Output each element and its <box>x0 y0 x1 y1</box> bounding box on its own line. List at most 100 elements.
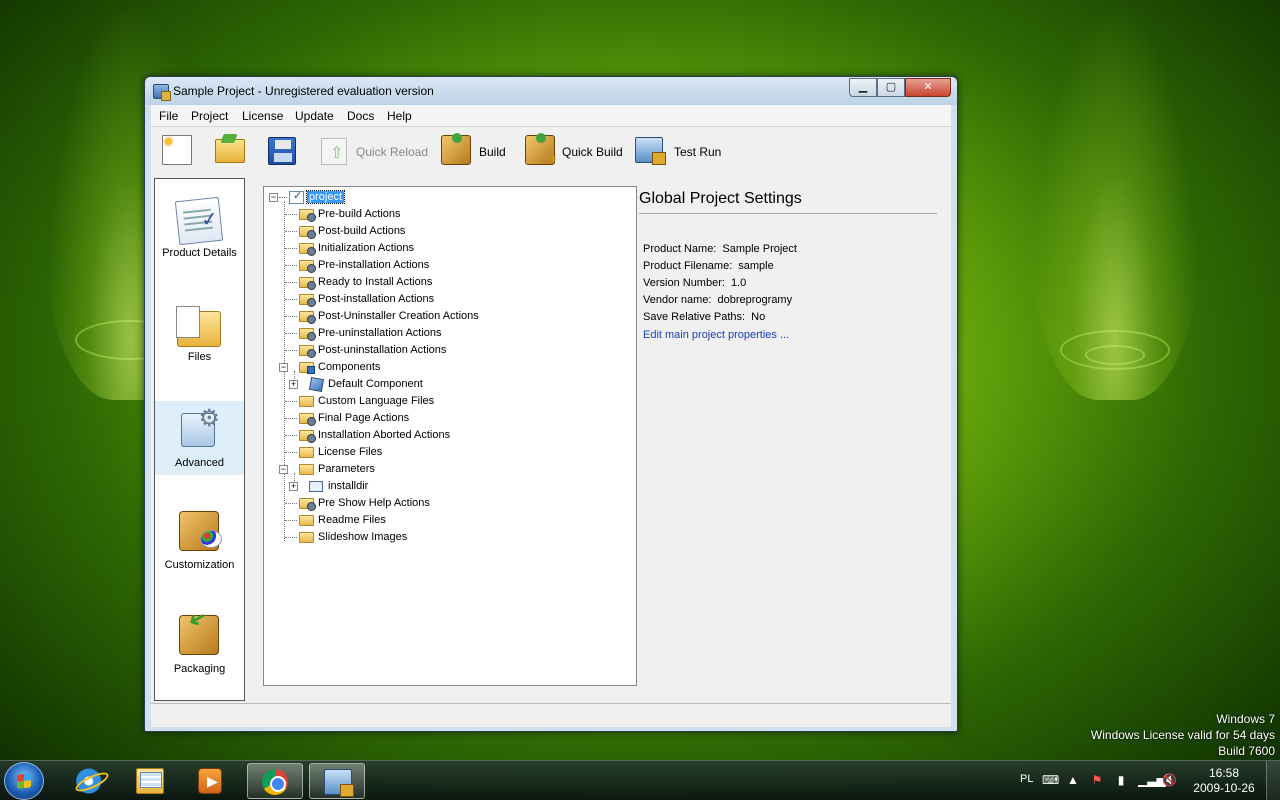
close-button[interactable]: ✕ <box>905 78 951 97</box>
menu-license[interactable]: License <box>242 109 283 123</box>
nav-packaging[interactable]: Packaging <box>155 615 244 687</box>
tree-label[interactable]: Pre Show Help Actions <box>318 497 430 509</box>
tree-label[interactable]: License Files <box>318 446 382 458</box>
quick-build-button[interactable]: Quick Build <box>562 145 623 159</box>
expand-toggle[interactable]: + <box>289 482 298 491</box>
start-button[interactable] <box>4 762 44 800</box>
edit-project-properties-link[interactable]: Edit main project properties ... <box>643 329 789 341</box>
action-folder-icon <box>299 209 316 222</box>
tree-item[interactable]: Pre-build Actions <box>264 206 636 223</box>
collapse-toggle[interactable]: − <box>279 465 288 474</box>
tree-label[interactable]: installdir <box>328 480 368 492</box>
taskbar-media-player[interactable] <box>182 763 238 799</box>
tree-label[interactable]: Post-uninstallation Actions <box>318 344 446 356</box>
show-desktop-button[interactable] <box>1266 761 1280 800</box>
tree-item-components[interactable]: − Components <box>264 359 636 376</box>
tree-item[interactable]: Pre Show Help Actions <box>264 495 636 512</box>
collapse-toggle[interactable]: − <box>279 363 288 372</box>
network-signal-icon[interactable]: ▁▃▅ <box>1138 773 1166 787</box>
tree-item[interactable]: Initialization Actions <box>264 240 636 257</box>
prop-value: 1.0 <box>730 277 747 289</box>
action-folder-icon <box>299 328 316 341</box>
language-indicator[interactable]: PL <box>1020 773 1033 785</box>
save-disk-icon[interactable] <box>268 137 296 165</box>
test-run-icon[interactable] <box>635 137 666 165</box>
keyboard-icon[interactable]: ⌨ <box>1042 773 1059 787</box>
nav-customization[interactable]: Customization <box>155 511 244 583</box>
tree-item[interactable]: Post-installation Actions <box>264 291 636 308</box>
tree-connector <box>285 537 297 538</box>
taskbar-windows-explorer[interactable] <box>122 763 178 799</box>
tree-label[interactable]: Pre-uninstallation Actions <box>318 327 442 339</box>
tree-item-project[interactable]: − project <box>264 189 636 206</box>
nav-product-details[interactable]: Product Details <box>155 196 244 271</box>
tree-item[interactable]: Custom Language Files <box>264 393 636 410</box>
menu-project[interactable]: Project <box>191 109 228 123</box>
tree-item[interactable]: Readme Files <box>264 512 636 529</box>
tree-label[interactable]: Post-Uninstaller Creation Actions <box>318 310 479 322</box>
tree-label[interactable]: Post-build Actions <box>318 225 405 237</box>
quick-reload-icon[interactable] <box>321 138 347 165</box>
taskbar-internet-explorer[interactable] <box>62 763 118 799</box>
nav-files[interactable]: Files <box>155 303 244 375</box>
new-document-icon[interactable] <box>162 135 192 165</box>
tree-label[interactable]: Pre-build Actions <box>318 208 401 220</box>
tree-label[interactable]: Ready to Install Actions <box>318 276 432 288</box>
tree-label[interactable]: Slideshow Images <box>318 531 407 543</box>
tree-item[interactable]: Pre-installation Actions <box>264 257 636 274</box>
tree-item-installdir[interactable]: + installdir <box>264 478 636 495</box>
watermark-line: Windows 7 <box>1216 712 1275 726</box>
clock[interactable]: 16:58 2009-10-26 <box>1190 766 1258 796</box>
tree-item[interactable]: Installation Aborted Actions <box>264 427 636 444</box>
taskbar-chrome[interactable] <box>247 763 303 799</box>
tree-label[interactable]: Post-installation Actions <box>318 293 434 305</box>
tree-item[interactable]: Pre-uninstallation Actions <box>264 325 636 342</box>
tree-item[interactable]: Slideshow Images <box>264 529 636 546</box>
tree-item[interactable]: Final Page Actions <box>264 410 636 427</box>
nav-advanced[interactable]: Advanced <box>155 401 244 475</box>
tree-label[interactable]: Parameters <box>318 463 375 475</box>
tree-label[interactable]: Initialization Actions <box>318 242 414 254</box>
action-folder-icon <box>299 260 316 273</box>
tree-label[interactable]: Default Component <box>328 378 423 390</box>
build-button[interactable]: Build <box>479 145 506 159</box>
action-center-icon[interactable]: ⚑ <box>1090 773 1104 787</box>
test-run-button[interactable]: Test Run <box>674 145 721 159</box>
project-tree[interactable]: − project Pre-build Actions Post-build A… <box>263 186 637 686</box>
collapse-toggle[interactable]: − <box>269 193 278 202</box>
tree-label[interactable]: Pre-installation Actions <box>318 259 429 271</box>
tree-label[interactable]: Final Page Actions <box>318 412 409 424</box>
menu-docs[interactable]: Docs <box>347 109 374 123</box>
tree-item[interactable]: License Files <box>264 444 636 461</box>
tree-item[interactable]: Ready to Install Actions <box>264 274 636 291</box>
menu-update[interactable]: Update <box>295 109 334 123</box>
volume-muted-icon[interactable]: 🔇 <box>1162 773 1177 787</box>
tree-item[interactable]: Post-build Actions <box>264 223 636 240</box>
menu-help[interactable]: Help <box>387 109 412 123</box>
app-icon[interactable] <box>153 84 171 101</box>
tree-label[interactable]: project <box>305 190 346 204</box>
expand-toggle[interactable]: + <box>289 380 298 389</box>
show-hidden-icons-arrow[interactable]: ▲ <box>1066 773 1080 787</box>
tree-label[interactable]: Components <box>318 361 380 373</box>
quick-reload-button[interactable]: Quick Reload <box>356 145 428 159</box>
tree-item[interactable]: Post-uninstallation Actions <box>264 342 636 359</box>
tree-connector <box>285 520 297 521</box>
power-icon[interactable]: ▮ <box>1114 773 1128 787</box>
maximize-button[interactable]: ▢ <box>877 78 905 97</box>
open-folder-icon[interactable] <box>215 139 245 163</box>
tree-label[interactable]: Custom Language Files <box>318 395 434 407</box>
menu-file[interactable]: File <box>159 109 178 123</box>
title-bar[interactable]: Sample Project - Unregistered evaluation… <box>145 77 957 105</box>
tree-item[interactable]: Post-Uninstaller Creation Actions <box>264 308 636 325</box>
quick-build-icon[interactable] <box>525 133 558 168</box>
prop-label: Product Name: <box>643 243 717 255</box>
watermark-line: Windows License valid for 54 days <box>1090 728 1275 742</box>
tree-label[interactable]: Readme Files <box>318 514 386 526</box>
tree-label[interactable]: Installation Aborted Actions <box>318 429 450 441</box>
taskbar-installbuilder[interactable] <box>309 763 365 799</box>
build-icon[interactable] <box>441 133 471 165</box>
minimize-button[interactable]: ▁ <box>849 78 877 97</box>
tree-item-parameters[interactable]: − Parameters <box>264 461 636 478</box>
tree-item-default-component[interactable]: + Default Component <box>264 376 636 393</box>
